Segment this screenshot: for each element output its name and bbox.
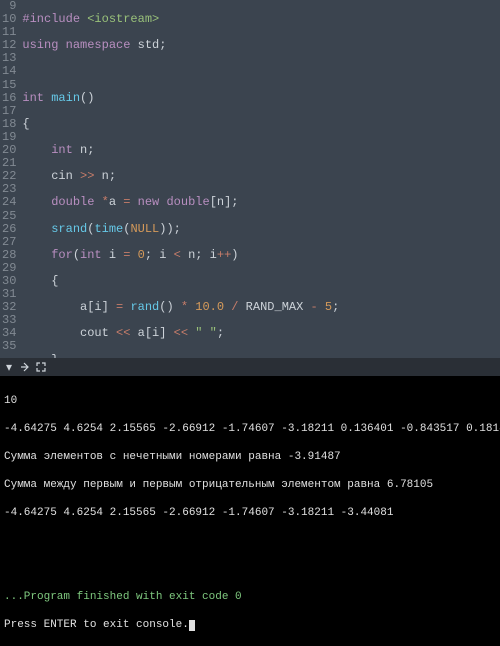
console-toolbar: ▾ (0, 358, 500, 376)
chevron-icon[interactable]: ▾ (4, 362, 14, 372)
out-icon[interactable] (20, 362, 30, 372)
code-area[interactable]: #include <iostream> using namespace std;… (22, 0, 500, 358)
console-line: 10 (4, 394, 496, 408)
console-line: Сумма между первым и первым отрицательны… (4, 478, 496, 492)
code-editor[interactable]: 9101112131415161718192021222324252627282… (0, 0, 500, 358)
line-number-gutter: 9101112131415161718192021222324252627282… (0, 0, 22, 358)
line-number: 29 (2, 262, 16, 275)
line-number: 28 (2, 249, 16, 262)
console-line: Сумма элементов с нечетными номерами рав… (4, 450, 496, 464)
line-number: 27 (2, 236, 16, 249)
console-output[interactable]: 10 -4.64275 4.6254 2.15565 -2.66912 -1.7… (0, 376, 500, 501)
line-number: 24 (2, 196, 16, 209)
cursor-icon (189, 620, 195, 631)
expand-icon[interactable] (36, 362, 46, 372)
line-number: 15 (2, 79, 16, 92)
line-number: 18 (2, 118, 16, 131)
line-number: 26 (2, 223, 16, 236)
exit-status: ...Program finished with exit code 0 (4, 590, 496, 604)
console-line: -4.64275 4.6254 2.15565 -2.66912 -1.7460… (4, 506, 496, 520)
line-number: 16 (2, 92, 16, 105)
line-number: 25 (2, 210, 16, 223)
line-number: 17 (2, 105, 16, 118)
line-number: 14 (2, 65, 16, 78)
console-prompt[interactable]: Press ENTER to exit console. (4, 618, 496, 632)
preproc: #include (22, 12, 87, 26)
console-line: -4.64275 4.6254 2.15565 -2.66912 -1.7460… (4, 422, 496, 436)
line-number: 35 (2, 340, 16, 353)
